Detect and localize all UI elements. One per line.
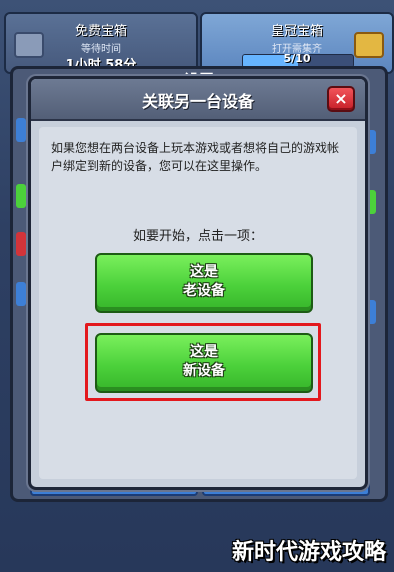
new-device-label-line2: 新设备 <box>183 363 225 379</box>
link-device-dialog: 关联另一台设备 × 如果您想在两台设备上玩本游戏或者想将自己的游戏帐户绑定到新的… <box>28 76 368 490</box>
dialog-body: 如果您想在两台设备上玩本游戏或者想将自己的游戏帐户绑定到新的设备，您可以在这里操… <box>39 127 357 479</box>
close-icon: × <box>334 89 348 108</box>
close-button[interactable]: × <box>327 86 355 112</box>
old-device-button[interactable]: 这是 老设备 <box>95 253 313 313</box>
free-chest-slot[interactable]: 免费宝箱 等待时间 1小时 58分 <box>4 12 198 74</box>
old-device-label-line1: 这是 <box>190 264 218 280</box>
dialog-title: 关联另一台设备 <box>141 92 254 111</box>
side-tab-green <box>16 184 26 208</box>
dialog-header: 关联另一台设备 × <box>31 79 365 121</box>
side-tab-blue <box>16 118 26 142</box>
watermark-text: 新时代游戏攻略 <box>231 540 386 565</box>
side-tab-blue-2 <box>16 282 26 306</box>
crown-progress-count: 5/10 <box>283 52 311 65</box>
new-device-button[interactable]: 这是 新设备 <box>95 333 313 393</box>
new-device-label-line1: 这是 <box>190 344 218 360</box>
free-chest-title: 免费宝箱 <box>74 24 127 39</box>
old-device-label-line2: 老设备 <box>183 283 225 299</box>
dialog-description: 如果您想在两台设备上玩本游戏或者想将自己的游戏帐户绑定到新的设备，您可以在这里操… <box>51 141 340 173</box>
crown-chest-title: 皇冠宝箱 <box>270 24 323 39</box>
crown-chest-slot[interactable]: 皇冠宝箱 打开需集齐 5/10 <box>200 12 394 74</box>
free-chest-subtitle: 等待时间 <box>81 44 121 55</box>
side-tab-red <box>16 232 26 256</box>
dialog-prompt: 如要开始，点击一项： <box>132 229 263 244</box>
